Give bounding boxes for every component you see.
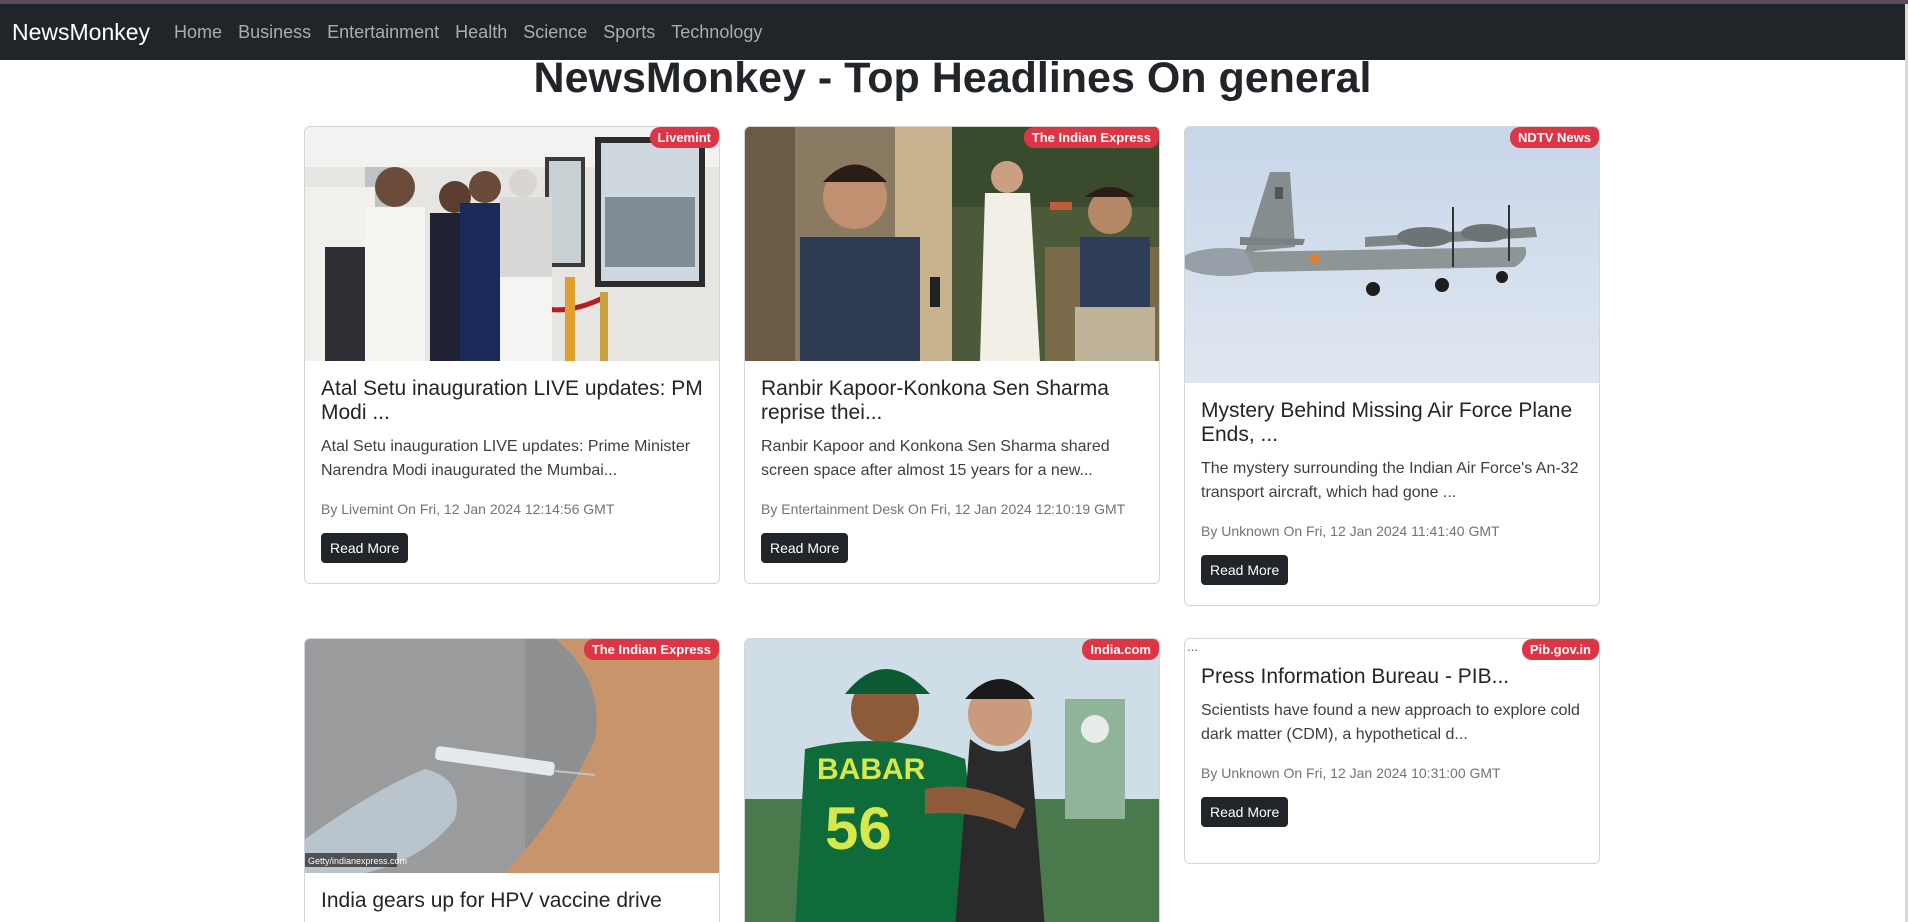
source-badge: The Indian Express [583, 639, 719, 660]
card-meta: By Unknown On Fri, 12 Jan 2024 11:41:40 … [1201, 523, 1500, 539]
nav-link-science[interactable]: Science [523, 22, 587, 43]
card-description: Ranbir Kapoor and Konkona Sen Sharma sha… [761, 438, 1110, 479]
card-title: Ranbir Kapoor-Konkona Sen Sharma reprise… [761, 377, 1109, 424]
image-watermark: Getty/indianexpress.com [308, 856, 407, 866]
card-title: Mystery Behind Missing Air Force Plane E… [1201, 399, 1573, 446]
news-card: Pib.gov.in ... Press Information Bureau … [1184, 638, 1600, 864]
source-badge: Livemint [649, 127, 719, 148]
card-meta: By Unknown On Fri, 12 Jan 2024 10:31:00 … [1201, 765, 1501, 781]
card-title: Atal Setu inauguration LIVE updates: PM … [321, 377, 703, 424]
nav-link-health[interactable]: Health [455, 22, 507, 43]
news-card: The Indian Express Ranbir Kapoor-Konkona… [744, 126, 1160, 584]
nav-link-home[interactable]: Home [174, 22, 222, 43]
card-description: Atal Setu inauguration LIVE updates: Pri… [321, 438, 691, 479]
card-meta: By Livemint On Fri, 12 Jan 2024 12:14:56… [321, 501, 615, 517]
card-description: The mystery surrounding the Indian Air F… [1201, 460, 1579, 501]
news-card: NDTV News Mystery Behind Missing Air For… [1184, 126, 1600, 606]
source-badge: India.com [1082, 639, 1159, 660]
card-meta: By Entertainment Desk On Fri, 12 Jan 202… [761, 501, 1126, 517]
news-card: Livemint Atal Setu inauguration LIVE upd… [304, 126, 720, 584]
source-badge: Pib.gov.in [1521, 639, 1599, 660]
news-image-illustration: BABAR 56 [745, 639, 1159, 922]
read-more-button[interactable]: Read More [1201, 797, 1289, 827]
jersey-text: BABAR [817, 753, 926, 786]
news-image-illustration: Getty/indianexpress.com [305, 639, 719, 873]
card-title: Press Information Bureau - PIB... [1201, 665, 1510, 688]
nav-link-entertainment[interactable]: Entertainment [327, 22, 439, 43]
news-image-illustration [1185, 127, 1599, 383]
card-title: India gears up for HPV vaccine drive [321, 889, 662, 912]
page-title: NewsMonkey - Top Headlines On general [533, 54, 1372, 102]
navbar: NewsMonkey Home Business Entertainment H… [0, 4, 1905, 60]
read-more-button[interactable]: Read More [321, 533, 409, 563]
nav-link-technology[interactable]: Technology [671, 22, 762, 43]
card-description: Scientists have found a new approach to … [1201, 702, 1580, 743]
news-image: BABAR 56 [745, 639, 1159, 922]
news-image [745, 127, 1159, 361]
read-more-button[interactable]: Read More [761, 533, 849, 563]
nav-link-business[interactable]: Business [238, 22, 311, 43]
news-image-illustration [305, 127, 719, 361]
source-badge: NDTV News [1510, 127, 1599, 148]
news-image-illustration [745, 127, 1159, 361]
nav-link-sports[interactable]: Sports [603, 22, 655, 43]
source-badge: The Indian Express [1023, 127, 1159, 148]
news-image [1185, 127, 1599, 383]
broken-image-alt: ... [1187, 639, 1198, 654]
news-card: The Indian Express Getty/indianexpress.c… [304, 638, 720, 922]
jersey-number: 56 [825, 795, 892, 862]
news-card: India.com BABAR 56 [744, 638, 1160, 922]
news-image [305, 127, 719, 361]
read-more-button[interactable]: Read More [1201, 555, 1289, 585]
news-image: Getty/indianexpress.com [305, 639, 719, 873]
brand-logo-link[interactable]: NewsMonkey [12, 19, 150, 46]
